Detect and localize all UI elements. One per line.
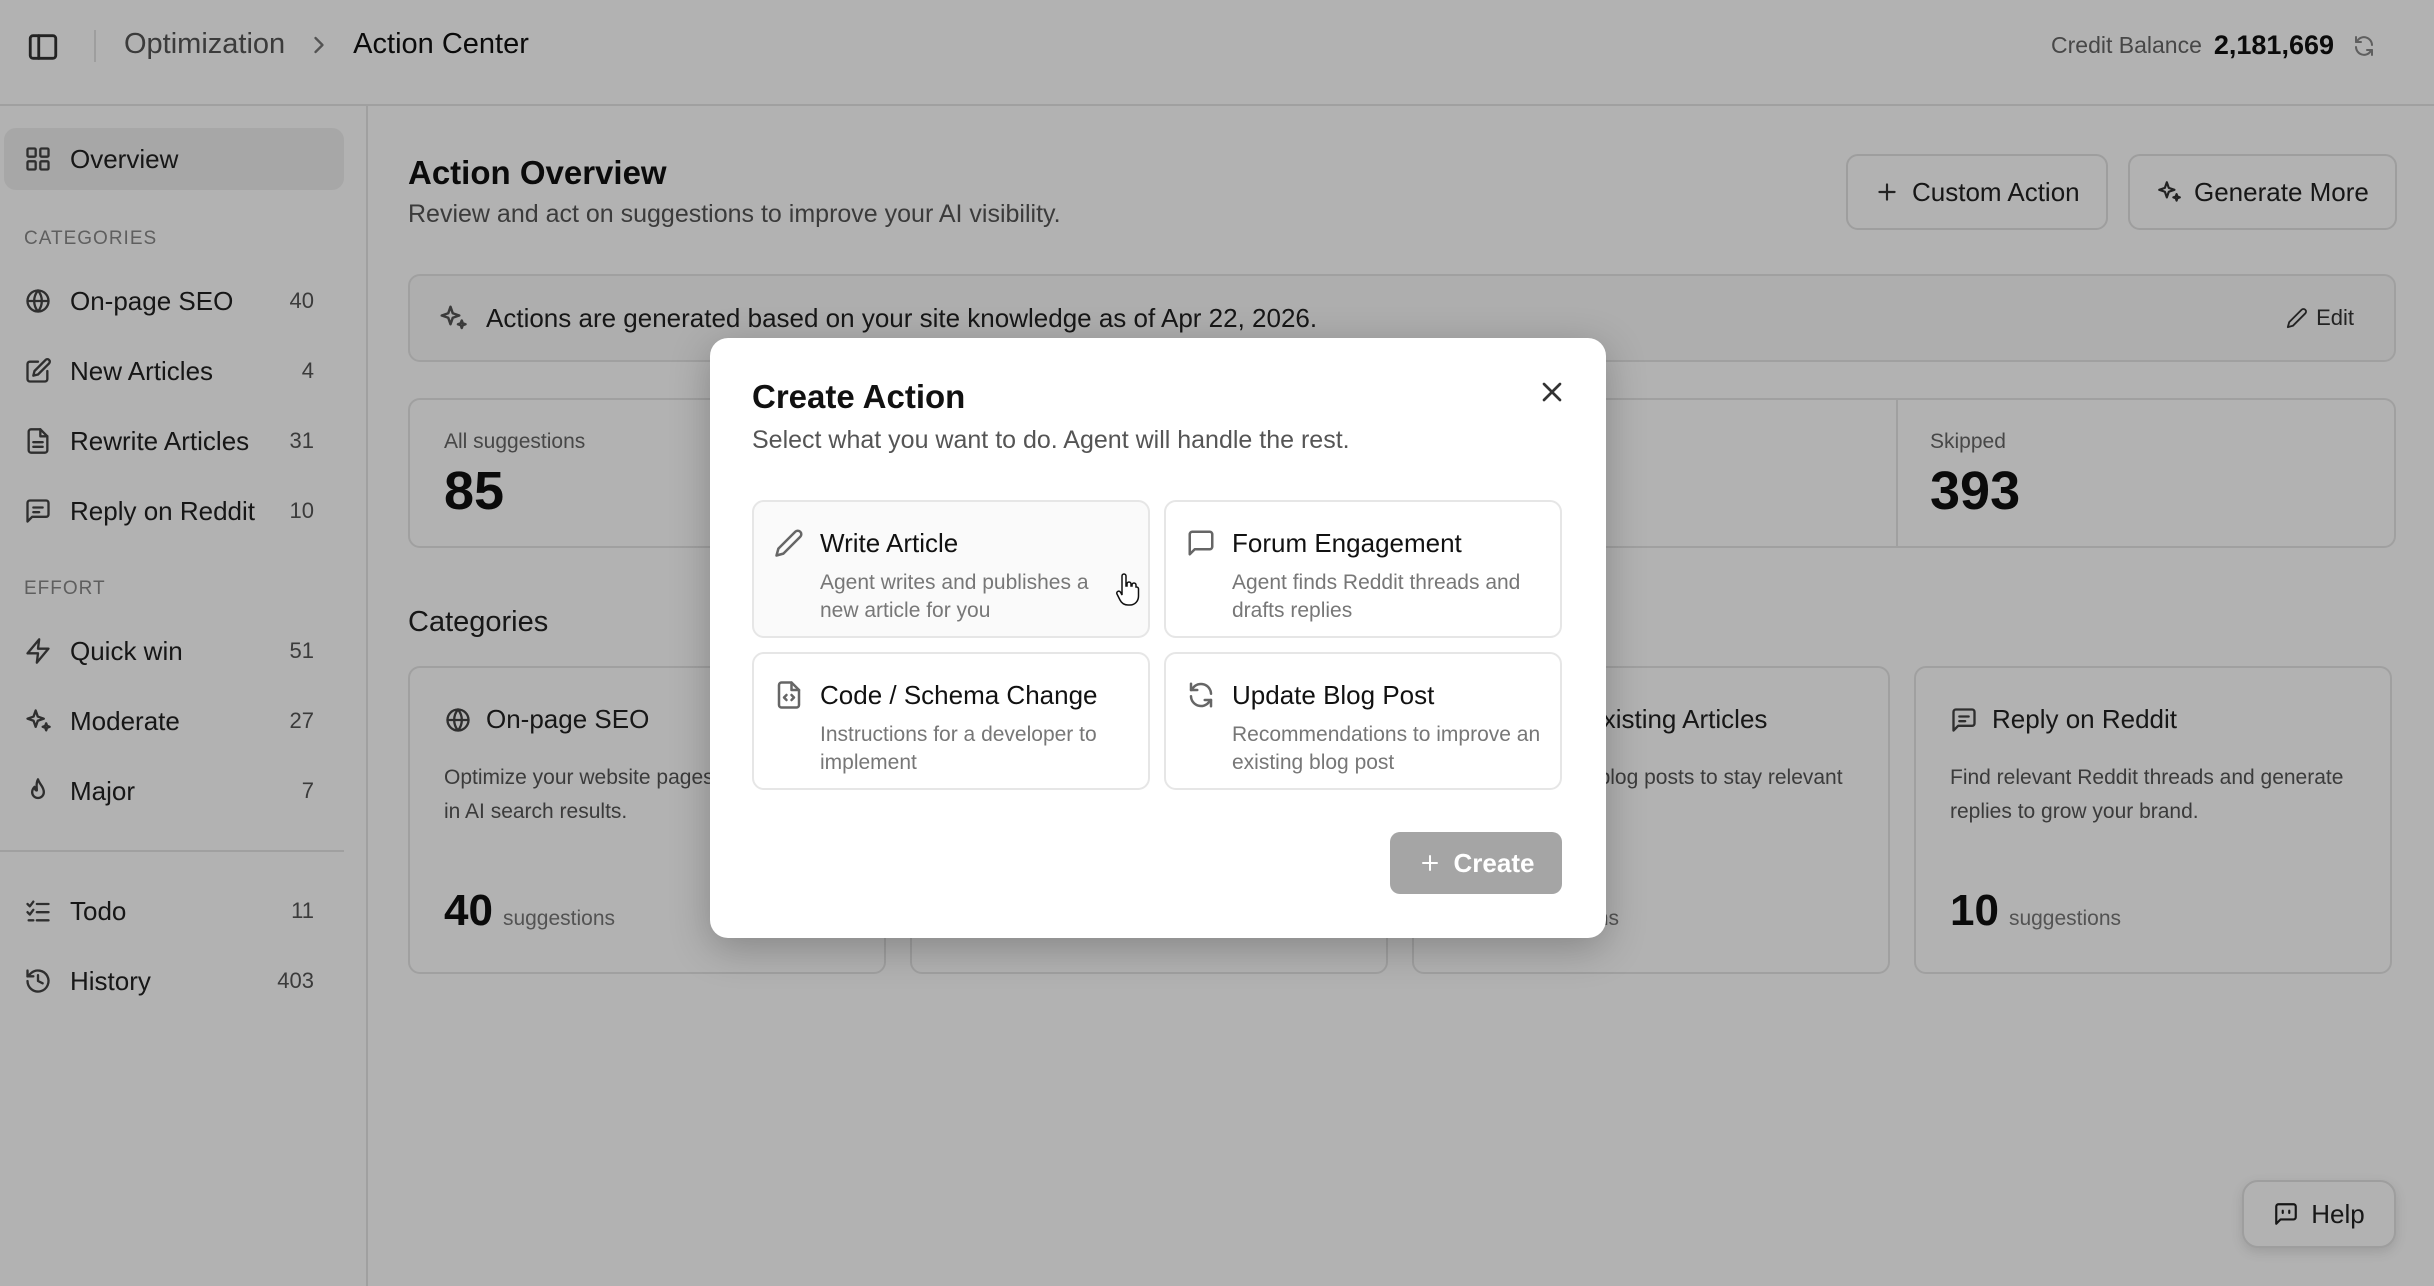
option-desc: Agent writes and publishes a new article…	[820, 571, 1089, 622]
hand-cursor-icon	[1116, 572, 1142, 606]
option-forum-engagement[interactable]: Forum Engagement Agent finds Reddit thre…	[1164, 500, 1562, 638]
option-write-article[interactable]: Write Article Agent writes and publishes…	[752, 500, 1150, 638]
code-file-icon	[774, 680, 804, 710]
option-title: Code / Schema Change	[820, 680, 1098, 710]
option-title: Forum Engagement	[1232, 528, 1462, 558]
option-desc: Recommendations to improve an existing b…	[1232, 723, 1541, 774]
create-action-modal: Create Action Select what you want to do…	[710, 338, 1606, 938]
plus-icon	[1418, 851, 1442, 875]
close-icon[interactable]	[1536, 376, 1568, 408]
create-button[interactable]: Create	[1390, 832, 1562, 894]
refresh-icon	[1186, 680, 1216, 710]
option-title: Update Blog Post	[1232, 680, 1435, 710]
modal-subtitle: Select what you want to do. Agent will h…	[752, 426, 1350, 454]
option-desc: Instructions for a developer to implemen…	[820, 723, 1097, 774]
option-title: Write Article	[820, 528, 959, 558]
option-code-schema-change[interactable]: Code / Schema Change Instructions for a …	[752, 652, 1150, 790]
chat-bubble-icon	[1186, 528, 1216, 558]
option-desc: Agent finds Reddit threads and drafts re…	[1232, 571, 1521, 622]
option-update-blog-post[interactable]: Update Blog Post Recommendations to impr…	[1164, 652, 1562, 790]
create-label: Create	[1453, 847, 1535, 878]
pencil-icon	[774, 528, 804, 558]
modal-title: Create Action	[752, 378, 966, 415]
